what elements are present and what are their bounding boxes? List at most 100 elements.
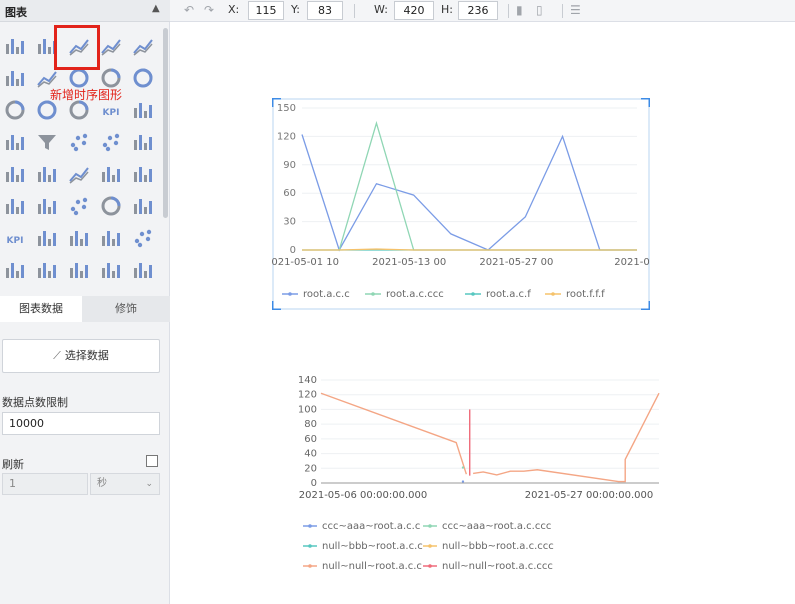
svg-text:KPI: KPI — [103, 108, 120, 118]
legend-label: null~bbb~root.a.c.ccc — [442, 541, 554, 552]
timeseries-chart-1[interactable]: 150 120 90 60 30 02021-05-01 10 2021-05-13 00 2… — [272, 98, 650, 310]
panel-title: 图表 — [5, 6, 27, 19]
refresh-unit-select[interactable]: 秒 ⌄ — [90, 473, 160, 495]
x-input[interactable]: 115 — [248, 1, 284, 20]
timeseries-chart-2[interactable]: 140 120 100 80 60 40 20 02021-05-06 00:00:00.00… — [293, 370, 663, 575]
chart-line-icon: ⟋ — [53, 349, 61, 362]
w-input[interactable]: 420 — [394, 1, 434, 20]
legend-label: root.a.c.f — [486, 289, 531, 300]
limit-input[interactable]: 10000 — [2, 412, 160, 435]
pareto-icon[interactable] — [99, 162, 123, 186]
series-line — [301, 134, 637, 252]
legend-marker — [308, 544, 312, 548]
y-tick-label: 120 — [298, 390, 317, 401]
chevron-up-icon[interactable]: ▲ — [152, 3, 160, 14]
undo-icon[interactable]: ↶ — [184, 3, 194, 17]
tab-chart-data[interactable]: 图表数据 — [0, 296, 82, 322]
pivot-table-icon[interactable] — [67, 258, 91, 282]
scatter-icon[interactable] — [99, 130, 123, 154]
y-input[interactable]: 83 — [307, 1, 343, 20]
resize-handle — [641, 301, 650, 310]
y-tick-label: 30 — [283, 217, 296, 228]
align-icon[interactable]: ☰ — [570, 3, 581, 17]
x-tick-label: 2021-05-27 00:00:00.000 — [525, 490, 653, 501]
select-data-label: 选择数据 — [64, 349, 109, 362]
legend-label: root.f.f.f — [566, 289, 605, 300]
limit-label: 数据点数限制 — [2, 396, 68, 409]
legend-label: null~bbb~root.a.c.c — [322, 541, 423, 552]
waterfall-icon[interactable] — [131, 162, 155, 186]
panel-header[interactable]: 图表 ▲ — [0, 0, 170, 22]
grid-table-icon[interactable] — [35, 258, 59, 282]
bar-chart-icon[interactable] — [3, 34, 27, 58]
number-card-icon[interactable] — [67, 226, 91, 250]
matrix-icon[interactable] — [99, 226, 123, 250]
exploded-pie-icon[interactable] — [131, 66, 155, 90]
gis-map-icon[interactable] — [131, 258, 155, 282]
word-cloud-icon[interactable] — [35, 194, 59, 218]
refresh-label: 刷新 — [2, 458, 24, 471]
y-tick-label: 150 — [277, 103, 296, 114]
legend-marker — [471, 292, 475, 296]
series-line — [302, 120, 637, 251]
y-tick-label: 60 — [283, 188, 296, 199]
x-tick-label: 2021-05-27 00 — [479, 257, 553, 268]
progress-ring-icon[interactable] — [3, 98, 27, 122]
tree-icon[interactable] — [3, 130, 27, 154]
redo-icon[interactable]: ↷ — [204, 3, 214, 17]
horizontal-bar-icon[interactable] — [3, 66, 27, 90]
chart-panel: 图表 ▲ KPI KPI 新增时序图形 图表数据 修饰 ⟋ 选择数据 数据点数限制 … — [0, 0, 170, 604]
table-block-icon[interactable] — [131, 98, 155, 122]
legend-marker — [371, 292, 375, 296]
copy-icon[interactable]: ▮ — [516, 3, 523, 17]
legend-marker — [308, 524, 312, 528]
scatter-grid-icon[interactable] — [131, 226, 155, 250]
h-input[interactable]: 236 — [458, 1, 498, 20]
bubble-map-icon[interactable] — [67, 194, 91, 218]
select-data-button[interactable]: ⟋ 选择数据 — [2, 339, 160, 373]
flow-icon[interactable] — [3, 258, 27, 282]
svg-text:KPI: KPI — [7, 236, 24, 246]
kpi-card-icon[interactable]: KPI — [3, 226, 27, 250]
series-point — [461, 466, 465, 469]
y-tick-label: 20 — [304, 463, 317, 474]
y-tick-label: 80 — [304, 419, 317, 430]
series-point — [461, 480, 465, 483]
scrollbar[interactable] — [163, 28, 168, 218]
x-label: X: — [228, 3, 240, 16]
toolbar-divider — [562, 4, 563, 18]
chevron-down-icon: ⌄ — [145, 479, 153, 489]
legend-label: null~null~root.a.c.ccc — [442, 561, 553, 572]
sankey-icon[interactable] — [3, 162, 27, 186]
radar-icon[interactable] — [131, 130, 155, 154]
y-tick-label: 60 — [304, 434, 317, 445]
cross-table-icon[interactable] — [99, 258, 123, 282]
tab-decoration[interactable]: 修饰 — [82, 296, 170, 322]
column-line-icon[interactable] — [131, 34, 155, 58]
globe-icon[interactable] — [99, 194, 123, 218]
legend-marker — [428, 564, 432, 568]
legend-marker — [551, 292, 555, 296]
paste-icon[interactable]: ▯ — [536, 3, 543, 17]
y-tick-label: 40 — [304, 449, 317, 460]
toolbar: ↶ ↷ X: 115 Y: 83 W: 420 H: 236 ▮ ▯ ☰ — [170, 0, 795, 22]
legend-marker — [428, 544, 432, 548]
stacked-bar-icon[interactable] — [35, 162, 59, 186]
y-label: Y: — [291, 3, 300, 16]
legend-label: root.a.c.c — [303, 289, 350, 300]
network-icon[interactable] — [67, 130, 91, 154]
legend-label: root.a.c.ccc — [386, 289, 444, 300]
x-tick-label: 2021-05-06 00:00:00.000 — [299, 490, 427, 501]
y-tick-label: 140 — [298, 375, 317, 386]
refresh-interval-input[interactable]: 1 — [2, 473, 88, 495]
heatmap-table-icon[interactable] — [131, 194, 155, 218]
selection-frame — [272, 98, 650, 310]
timeline-icon[interactable] — [67, 162, 91, 186]
multi-line-icon[interactable] — [99, 34, 123, 58]
bullet-icon[interactable] — [3, 194, 27, 218]
funnel-icon[interactable] — [35, 130, 59, 154]
refresh-checkbox[interactable] — [146, 455, 158, 467]
3d-box-icon[interactable] — [35, 226, 59, 250]
x-tick-label: 2021-05-01 10 — [272, 257, 339, 268]
h-label: H: — [441, 3, 453, 16]
